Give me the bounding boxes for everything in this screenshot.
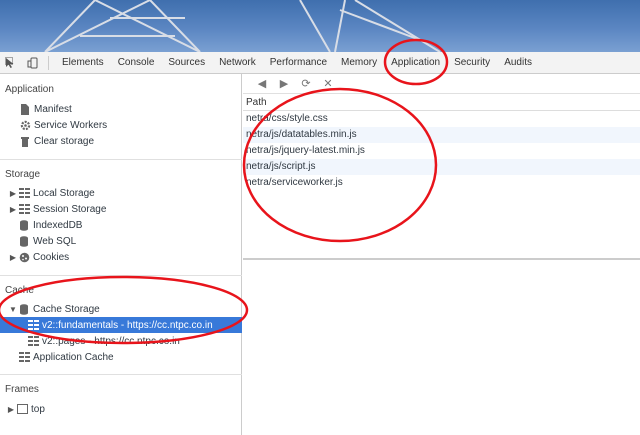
sidebar-item-label: Local Storage [33, 187, 95, 199]
sidebar-item-application-cache[interactable]: Application Cache [0, 349, 242, 365]
section-divider [0, 159, 242, 160]
table-row[interactable]: netra/serviceworker.js [243, 175, 640, 191]
expand-arrow-icon[interactable]: ▶ [8, 189, 18, 198]
sidebar-item-indexeddb[interactable]: IndexedDB [0, 217, 242, 233]
database-icon [18, 219, 30, 231]
sidebar-item-label: Session Storage [33, 203, 107, 215]
sidebar-item-label: v2::fundamentals - https://cc.ntpc.co.in [42, 319, 213, 331]
grid-icon [27, 319, 39, 331]
sidebar-item-label: Cache Storage [33, 303, 100, 315]
grid-icon [27, 335, 39, 347]
cache-storage-panel: ◀ ▶ ⟳ ✕ Path netra/css/style.css netra/j… [243, 74, 640, 435]
database-icon [18, 303, 30, 315]
sidebar-item-label: IndexedDB [33, 219, 83, 231]
path-column-header[interactable]: Path [243, 94, 640, 111]
sidebar-item-frame-top[interactable]: ▶ top [0, 401, 242, 417]
devtools-toolbar: Elements Console Sources Network Perform… [0, 52, 640, 74]
section-divider [0, 275, 242, 276]
application-sidebar: Application Manifest Service Workers Cle… [0, 74, 242, 435]
sidebar-item-label: Clear storage [34, 135, 95, 147]
cookie-icon [18, 251, 30, 263]
tab-console[interactable]: Console [111, 52, 162, 74]
tab-memory[interactable]: Memory [334, 52, 384, 74]
sidebar-item-label: Application Cache [33, 351, 114, 363]
sidebar-item-label: top [31, 403, 45, 415]
sidebar-item-label: Manifest [34, 103, 72, 115]
grid-icon [18, 351, 30, 363]
collapse-arrow-icon[interactable]: ▼ [8, 305, 18, 314]
table-row[interactable]: netra/js/datatables.min.js [243, 127, 640, 143]
tab-performance[interactable]: Performance [263, 52, 334, 74]
section-divider [0, 374, 242, 375]
expand-arrow-icon[interactable]: ▶ [8, 205, 18, 214]
refresh-icon[interactable]: ⟳ [295, 77, 317, 90]
device-toolbar-icon[interactable] [22, 52, 44, 74]
sidebar-item-label: Service Workers [34, 119, 108, 131]
table-row[interactable]: netra/js/jquery-latest.min.js [243, 143, 640, 159]
tab-application[interactable]: Application [384, 52, 447, 74]
back-icon[interactable]: ◀ [251, 77, 273, 90]
section-title-application: Application [5, 84, 54, 95]
sidebar-item-cache-pages[interactable]: v2::pages - https://cc.ntpc.co.in [0, 333, 242, 349]
gear-icon [19, 119, 31, 131]
sidebar-item-label: Web SQL [33, 235, 77, 247]
sidebar-item-cache-storage[interactable]: ▼ Cache Storage [0, 301, 242, 317]
inspect-element-icon[interactable] [0, 52, 22, 74]
sidebar-item-label: v2::pages - https://cc.ntpc.co.in [42, 335, 180, 347]
document-icon [19, 103, 31, 115]
grid-icon [18, 203, 30, 215]
tab-sources[interactable]: Sources [161, 52, 212, 74]
expand-arrow-icon[interactable]: ▶ [6, 405, 16, 414]
tab-network[interactable]: Network [212, 52, 263, 74]
grid-icon [18, 187, 30, 199]
sidebar-item-session-storage[interactable]: ▶ Session Storage [0, 201, 242, 217]
tab-audits[interactable]: Audits [497, 52, 539, 74]
background-photo [0, 0, 640, 52]
tab-elements[interactable]: Elements [55, 52, 111, 74]
trash-icon [19, 135, 31, 147]
section-title-cache: Cache [5, 285, 34, 296]
sidebar-item-cache-fundamentals[interactable]: v2::fundamentals - https://cc.ntpc.co.in [0, 317, 242, 333]
tab-security[interactable]: Security [447, 52, 497, 74]
sidebar-item-manifest[interactable]: Manifest [0, 101, 242, 117]
delete-icon[interactable]: ✕ [317, 77, 339, 90]
table-row[interactable]: netra/css/style.css [243, 111, 640, 127]
database-icon [18, 235, 30, 247]
sidebar-item-local-storage[interactable]: ▶ Local Storage [0, 185, 242, 201]
sidebar-item-web-sql[interactable]: Web SQL [0, 233, 242, 249]
sidebar-item-clear-storage[interactable]: Clear storage [0, 133, 242, 149]
cache-toolbar: ◀ ▶ ⟳ ✕ [243, 74, 640, 94]
sidebar-item-cookies[interactable]: ▶ Cookies [0, 249, 242, 265]
sidebar-item-label: Cookies [33, 251, 70, 263]
toolbar-separator [48, 55, 49, 70]
frame-icon [16, 403, 28, 415]
section-title-frames: Frames [5, 384, 39, 395]
expand-arrow-icon[interactable]: ▶ [8, 253, 18, 262]
sidebar-item-service-workers[interactable]: Service Workers [0, 117, 242, 133]
split-divider[interactable] [243, 258, 640, 260]
forward-icon[interactable]: ▶ [273, 77, 295, 90]
table-row[interactable]: netra/js/script.js [243, 159, 640, 175]
section-title-storage: Storage [5, 169, 41, 180]
tower-image [44, 0, 441, 52]
